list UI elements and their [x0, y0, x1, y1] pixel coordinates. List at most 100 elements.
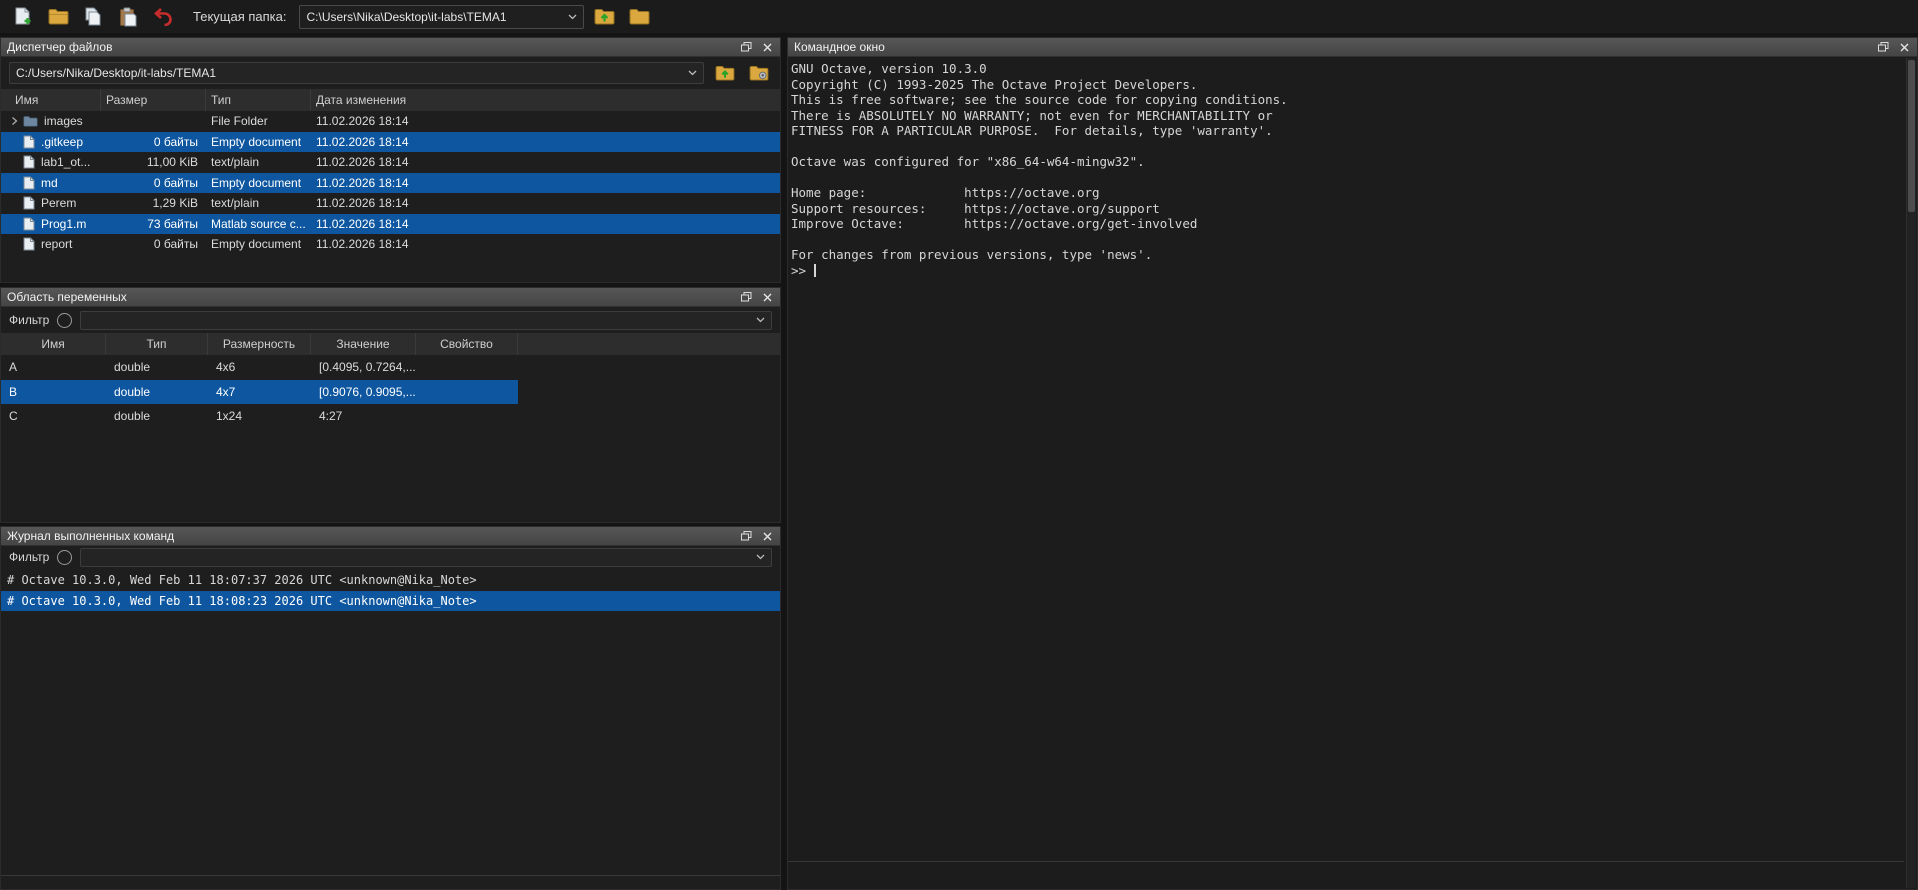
vertical-scrollbar[interactable]	[1906, 58, 1916, 888]
workspace-title: Область переменных	[7, 290, 127, 304]
file-type: Empty document	[206, 135, 311, 149]
history-entry[interactable]: # Octave 10.3.0, Wed Feb 11 18:08:23 202…	[1, 591, 780, 612]
file-table-body: imagesFile Folder11.02.2026 18:14.gitkee…	[1, 111, 780, 255]
folder-browse-button[interactable]	[624, 3, 654, 30]
current-folder-combobox[interactable]: C:\Users\Nika\Desktop\it-labs\TEMA1	[299, 5, 584, 29]
file-browser-path-combobox[interactable]: C:/Users/Nika/Desktop/it-labs/TEMA1	[9, 62, 704, 84]
close-icon[interactable]	[758, 290, 776, 305]
file-date: 11.02.2026 18:14	[311, 196, 780, 210]
file-date: 11.02.2026 18:14	[311, 217, 780, 231]
close-icon[interactable]	[1895, 40, 1913, 55]
file-icon	[23, 176, 35, 190]
file-name: Perem	[41, 196, 76, 210]
variable-row[interactable]: Bdouble4x7[0.9076, 0.9095,...	[1, 380, 518, 405]
undock-icon[interactable]	[737, 40, 755, 55]
command-prompt-line[interactable]: >>	[791, 263, 1904, 279]
file-type: File Folder	[206, 114, 311, 128]
file-date: 11.02.2026 18:14	[311, 114, 780, 128]
file-size: 0 байты	[101, 135, 206, 149]
file-row[interactable]: Prog1.m73 байтыMatlab source c...11.02.2…	[1, 214, 780, 235]
workspace-filter-row: Фильтр	[1, 307, 780, 333]
file-name-cell: .gitkeep	[1, 135, 101, 149]
chevron-down-icon[interactable]	[568, 14, 577, 20]
history-entry[interactable]: # Octave 10.3.0, Wed Feb 11 18:07:37 202…	[1, 570, 780, 591]
file-column-header[interactable]: Тип	[206, 89, 311, 111]
variable-value: [0.9076, 0.9095,...	[311, 385, 416, 399]
undock-icon[interactable]	[737, 529, 755, 544]
file-browser-titlebar[interactable]: Диспетчер файлов	[1, 38, 780, 57]
file-row[interactable]: md0 байтыEmpty document11.02.2026 18:14	[1, 173, 780, 194]
file-icon	[23, 217, 35, 231]
workspace-filter-checkbox[interactable]	[57, 313, 72, 328]
variable-name: B	[1, 385, 106, 399]
scrollbar-thumb[interactable]	[1908, 60, 1915, 212]
workspace-filter-combobox[interactable]	[80, 311, 772, 330]
close-icon[interactable]	[758, 529, 776, 544]
history-titlebar[interactable]: Журнал выполненных команд	[1, 527, 780, 546]
paste-button[interactable]	[113, 3, 143, 30]
file-size: 73 байты	[101, 217, 206, 231]
file-row[interactable]: .gitkeep0 байтыEmpty document11.02.2026 …	[1, 132, 780, 153]
copy-button[interactable]	[78, 3, 108, 30]
file-type: text/plain	[206, 196, 311, 210]
file-date: 11.02.2026 18:14	[311, 135, 780, 149]
variable-name: A	[1, 360, 106, 374]
workspace-column-header[interactable]: Тип	[106, 333, 208, 355]
workspace-table-header: ИмяТипРазмерностьЗначениеСвойство	[1, 333, 780, 355]
new-script-button[interactable]	[8, 3, 38, 30]
variable-dimensions: 4x6	[208, 360, 311, 374]
file-name-cell: lab1_ot...	[1, 155, 101, 169]
file-type: Empty document	[206, 237, 311, 251]
chevron-down-icon[interactable]	[688, 70, 697, 76]
command-window-bottom-divider	[788, 861, 1904, 862]
file-table-header: ИмяРазмерТипДата изменения	[1, 89, 780, 111]
workspace-panel: Область переменных Фильтр ИмяТипРазмерно…	[0, 287, 781, 523]
folder-icon	[23, 115, 38, 127]
file-row[interactable]: imagesFile Folder11.02.2026 18:14	[1, 111, 780, 132]
workspace-column-header[interactable]: Свойство	[416, 333, 518, 355]
chevron-down-icon[interactable]	[756, 554, 765, 560]
variable-row[interactable]: Cdouble1x244:27	[1, 404, 518, 429]
open-file-button[interactable]	[43, 3, 73, 30]
history-filter-checkbox[interactable]	[57, 550, 72, 565]
command-window-title: Командное окно	[794, 40, 885, 54]
folder-up-button[interactable]	[589, 3, 619, 30]
workspace-column-header[interactable]: Имя	[1, 333, 106, 355]
workspace-titlebar[interactable]: Область переменных	[1, 288, 780, 307]
close-icon[interactable]	[758, 40, 776, 55]
workspace-filter-label: Фильтр	[9, 313, 49, 327]
undock-icon[interactable]	[1874, 40, 1892, 55]
file-date: 11.02.2026 18:14	[311, 155, 780, 169]
folder-up-button[interactable]	[712, 61, 738, 85]
file-icon	[23, 196, 35, 210]
variable-type: double	[106, 360, 208, 374]
undo-icon	[153, 8, 173, 26]
history-filter-combobox[interactable]	[80, 548, 772, 567]
workspace-column-header[interactable]: Размерность	[208, 333, 311, 355]
file-row[interactable]: Perem1,29 KiBtext/plain11.02.2026 18:14	[1, 193, 780, 214]
variable-type: double	[106, 409, 208, 423]
chevron-down-icon[interactable]	[756, 317, 765, 323]
command-history-panel: Журнал выполненных команд Фильтр # Octav…	[0, 526, 781, 890]
workspace-column-header[interactable]: Значение	[311, 333, 416, 355]
undo-button[interactable]	[148, 3, 178, 30]
file-name-cell: Prog1.m	[1, 217, 101, 231]
file-column-header[interactable]: Размер	[101, 89, 206, 111]
variable-name: C	[1, 409, 106, 423]
file-browser-panel: Диспетчер файлов C:/Users/Nika/Desktop/i…	[0, 37, 781, 283]
file-column-header[interactable]: Имя	[1, 89, 101, 111]
file-column-header[interactable]: Дата изменения	[311, 89, 780, 111]
folder-actions-button[interactable]	[746, 61, 772, 85]
file-icon	[23, 135, 35, 149]
new-script-icon	[14, 7, 33, 27]
open-file-icon	[48, 8, 69, 25]
file-row[interactable]: report0 байтыEmpty document11.02.2026 18…	[1, 234, 780, 255]
file-row[interactable]: lab1_ot...11,00 KiBtext/plain11.02.2026 …	[1, 152, 780, 173]
main-toolbar: Текущая папка: C:\Users\Nika\Desktop\it-…	[0, 0, 1918, 33]
command-window-titlebar[interactable]: Командное окно	[788, 38, 1917, 57]
file-type: text/plain	[206, 155, 311, 169]
undock-icon[interactable]	[737, 290, 755, 305]
command-window-body[interactable]: GNU Octave, version 10.3.0 Copyright (C)…	[788, 58, 1904, 889]
variable-row[interactable]: Adouble4x6[0.4095, 0.7264,...	[1, 355, 518, 380]
expand-icon[interactable]	[5, 116, 23, 126]
